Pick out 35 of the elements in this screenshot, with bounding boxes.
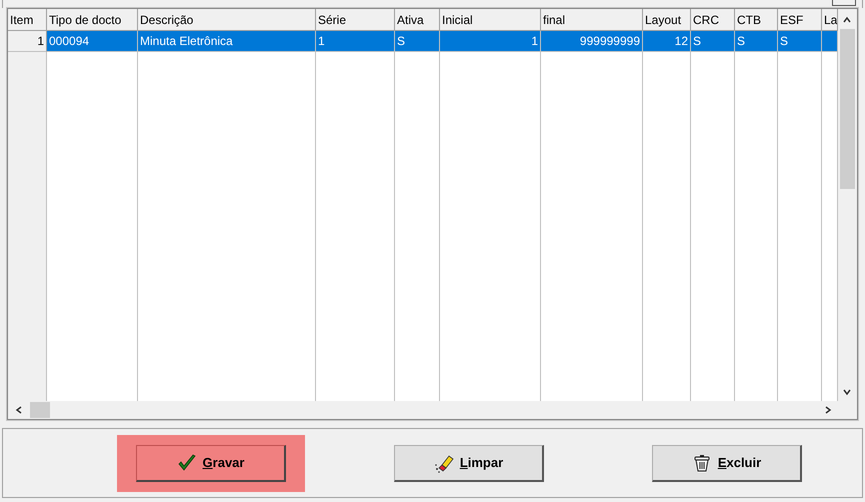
eraser-icon (434, 452, 454, 472)
column-header[interactable]: CRC (691, 9, 735, 31)
table-cell: S (778, 31, 822, 52)
table-cell: 12 (643, 31, 691, 52)
trash-can-icon (692, 452, 712, 472)
table-cell: Minuta Eletrônica (138, 31, 316, 52)
button[interactable]: Excluir (652, 444, 802, 482)
scroll-left-icon[interactable] (14, 405, 24, 415)
column-header[interactable]: ESF (778, 9, 822, 31)
column-header[interactable]: Tipo de docto (47, 9, 138, 31)
column-header[interactable]: Layout (643, 9, 691, 31)
table-cell: S (735, 31, 778, 52)
column-header[interactable]: Ativa (395, 9, 440, 31)
checkmark-icon (176, 452, 197, 472)
column-header[interactable]: Item (8, 9, 47, 31)
table-cell: S (395, 31, 440, 52)
column-header[interactable]: CTB (735, 9, 778, 31)
button[interactable]: Limpar (394, 444, 544, 482)
scroll-right-icon[interactable] (823, 405, 833, 415)
table-cell: 1 (440, 31, 541, 52)
button[interactable]: Gravar (136, 444, 286, 482)
column-header[interactable]: final (541, 9, 643, 31)
column-header[interactable]: Descrição (138, 9, 316, 31)
table-cell: S (691, 31, 735, 52)
table-cell: 1 (316, 31, 395, 52)
table-cell: 999999999 (541, 31, 643, 52)
scroll-thumb[interactable] (840, 29, 854, 189)
scroll-down-icon[interactable] (842, 387, 852, 397)
scroll-thumb[interactable] (30, 402, 50, 418)
column-header[interactable]: Inicial (440, 9, 541, 31)
column-header[interactable]: La (822, 9, 838, 31)
table-cell: 1 (8, 31, 47, 52)
column-header[interactable]: Série (316, 9, 395, 31)
table-cell: 000094 (47, 31, 138, 52)
scroll-up-icon[interactable] (842, 15, 852, 25)
